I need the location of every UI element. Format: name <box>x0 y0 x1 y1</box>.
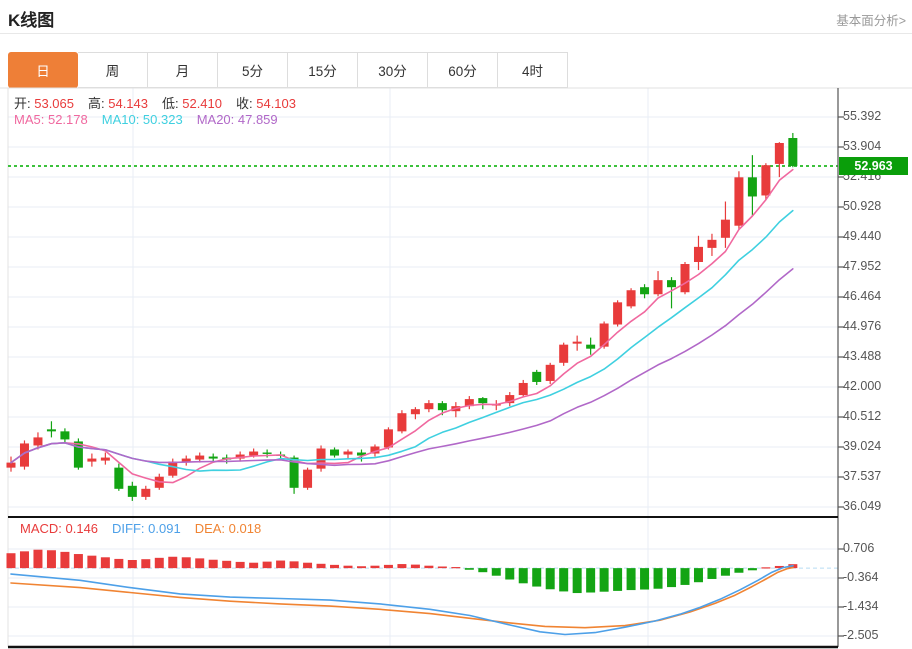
macd-tick-3: -2.505 <box>843 628 879 642</box>
price-tick-10: 40.512 <box>843 409 882 423</box>
price-tick-6: 46.464 <box>843 289 882 303</box>
macd-tick-1: -0.364 <box>843 570 879 584</box>
macd-field-0: MACD: 0.146 <box>20 521 99 536</box>
ohlc-field-1: 高: 54.143 <box>88 96 148 111</box>
price-tick-0: 55.392 <box>843 109 882 123</box>
macd-field-1: DIFF: 0.091 <box>112 521 181 536</box>
price-tick-7: 44.976 <box>843 319 882 333</box>
current-price-tag: 52.963 <box>839 156 908 175</box>
macd-tick-0: 0.706 <box>843 541 875 555</box>
price-tick-13: 36.049 <box>843 499 882 513</box>
price-tick-4: 49.440 <box>843 229 882 243</box>
macd-field-2: DEA: 0.018 <box>194 521 262 536</box>
ma-field-0: MA5: 52.178 <box>14 112 88 127</box>
price-tick-5: 47.952 <box>843 259 882 273</box>
price-tick-8: 43.488 <box>843 349 882 363</box>
ohlc-field-0: 开: 53.065 <box>14 96 74 111</box>
ohlc-field-2: 低: 52.410 <box>162 96 222 111</box>
ma-field-1: MA10: 50.323 <box>101 112 183 127</box>
ohlc-field-3: 收: 54.103 <box>236 96 296 111</box>
price-tick-12: 37.537 <box>843 469 882 483</box>
price-tick-1: 53.904 <box>843 139 882 153</box>
ohlc-info-row: 开: 53.065 高: 54.143 低: 52.410 收: 54.103 <box>14 93 296 112</box>
ma-info-row: MA5: 52.178 MA10: 50.323 MA20: 47.859 <box>14 112 278 127</box>
price-tick-11: 39.024 <box>843 439 882 453</box>
macd-tick-2: -1.434 <box>843 599 879 613</box>
ma-field-2: MA20: 47.859 <box>196 112 278 127</box>
macd-info-row: MACD: 0.146 DIFF: 0.091 DEA: 0.018 <box>20 521 261 536</box>
price-tick-9: 42.000 <box>843 379 882 393</box>
price-tick-3: 50.928 <box>843 199 882 213</box>
